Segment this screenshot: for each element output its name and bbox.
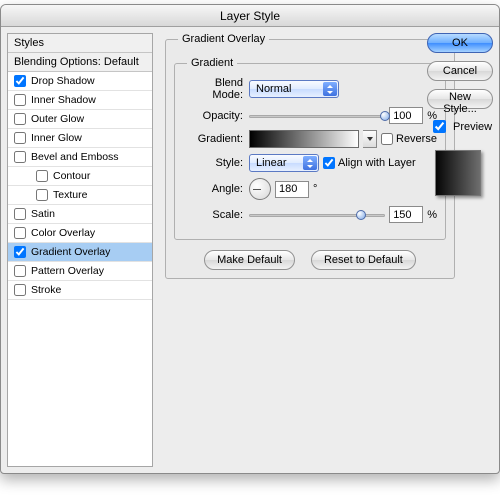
blend-mode-select-wrap: Normal bbox=[249, 80, 339, 98]
scale-label: Scale: bbox=[183, 209, 249, 221]
layer-style-dialog: Layer Style Styles Blending Options: Def… bbox=[0, 4, 500, 474]
sidebar-item-label: Gradient Overlay bbox=[31, 246, 110, 258]
sidebar-item-color-overlay[interactable]: Color Overlay bbox=[8, 224, 152, 243]
sidebar-item-label: Contour bbox=[53, 170, 90, 182]
gradient-subgroup: Gradient Blend Mode: Normal Opaci bbox=[174, 57, 446, 240]
angle-dial[interactable] bbox=[249, 178, 271, 200]
sidebar-item-contour[interactable]: Contour bbox=[8, 167, 152, 186]
opacity-slider[interactable] bbox=[249, 109, 385, 123]
sidebar-item-label: Texture bbox=[53, 189, 87, 201]
preview-label: Preview bbox=[453, 121, 492, 133]
inner-shadow-checkbox[interactable] bbox=[14, 94, 26, 106]
outer-glow-checkbox[interactable] bbox=[14, 113, 26, 125]
gradient-label: Gradient: bbox=[183, 133, 249, 145]
sidebar-item-stroke[interactable]: Stroke bbox=[8, 281, 152, 300]
preview-checkbox[interactable] bbox=[433, 120, 446, 133]
preview-checkbox-wrap: Preview bbox=[427, 117, 493, 136]
reset-default-button[interactable]: Reset to Default bbox=[311, 250, 416, 270]
degree-label: ° bbox=[313, 183, 317, 195]
dialog-body: Styles Blending Options: Default Drop Sh… bbox=[7, 33, 493, 467]
sidebar-item-label: Satin bbox=[31, 208, 55, 220]
make-default-button[interactable]: Make Default bbox=[204, 250, 295, 270]
new-style-button[interactable]: New Style... bbox=[427, 89, 493, 109]
sidebar-item-label: Inner Glow bbox=[31, 132, 82, 144]
style-label: Style: bbox=[183, 157, 249, 169]
effects-sidebar: Styles Blending Options: Default Drop Sh… bbox=[7, 33, 153, 467]
dialog-buttons: OK Cancel New Style... Preview bbox=[427, 33, 493, 196]
satin-checkbox[interactable] bbox=[14, 208, 26, 220]
sidebar-item-gradient-overlay[interactable]: Gradient Overlay bbox=[8, 243, 152, 262]
style-select[interactable]: Linear bbox=[249, 154, 319, 172]
opacity-input[interactable] bbox=[389, 107, 423, 124]
preview-swatch bbox=[435, 150, 481, 196]
sidebar-item-label: Color Overlay bbox=[31, 227, 95, 239]
sidebar-item-inner-glow[interactable]: Inner Glow bbox=[8, 129, 152, 148]
reverse-checkbox[interactable] bbox=[381, 133, 393, 145]
settings-panel: Gradient Overlay Gradient Blend Mode: No… bbox=[165, 33, 413, 285]
drop-shadow-checkbox[interactable] bbox=[14, 75, 26, 87]
group-legend: Gradient Overlay bbox=[178, 33, 269, 45]
percent-label: % bbox=[427, 209, 437, 221]
sidebar-item-bevel-emboss[interactable]: Bevel and Emboss bbox=[8, 148, 152, 167]
align-checkbox[interactable] bbox=[323, 157, 335, 169]
align-checkbox-wrap: Align with Layer bbox=[323, 157, 416, 169]
bevel-emboss-checkbox[interactable] bbox=[14, 151, 26, 163]
sidebar-item-label: Drop Shadow bbox=[31, 75, 95, 87]
sidebar-item-pattern-overlay[interactable]: Pattern Overlay bbox=[8, 262, 152, 281]
sidebar-item-drop-shadow[interactable]: Drop Shadow bbox=[8, 72, 152, 91]
angle-label: Angle: bbox=[183, 183, 249, 195]
stroke-checkbox[interactable] bbox=[14, 284, 26, 296]
sidebar-item-label: Inner Shadow bbox=[31, 94, 96, 106]
blend-mode-select[interactable]: Normal bbox=[249, 80, 339, 98]
gradient-picker-arrow[interactable] bbox=[363, 130, 377, 148]
gradient-overlay-checkbox[interactable] bbox=[14, 246, 26, 258]
sidebar-item-outer-glow[interactable]: Outer Glow bbox=[8, 110, 152, 129]
angle-input[interactable] bbox=[275, 181, 309, 198]
window-title: Layer Style bbox=[1, 5, 499, 27]
blend-mode-label: Blend Mode: bbox=[183, 77, 249, 101]
contour-checkbox[interactable] bbox=[36, 170, 48, 182]
sidebar-item-satin[interactable]: Satin bbox=[8, 205, 152, 224]
pattern-overlay-checkbox[interactable] bbox=[14, 265, 26, 277]
texture-checkbox[interactable] bbox=[36, 189, 48, 201]
color-overlay-checkbox[interactable] bbox=[14, 227, 26, 239]
inner-glow-checkbox[interactable] bbox=[14, 132, 26, 144]
sidebar-item-label: Outer Glow bbox=[31, 113, 84, 125]
sidebar-item-label: Bevel and Emboss bbox=[31, 151, 119, 163]
scale-input[interactable] bbox=[389, 206, 423, 223]
sidebar-item-inner-shadow[interactable]: Inner Shadow bbox=[8, 91, 152, 110]
sidebar-item-label: Stroke bbox=[31, 284, 61, 296]
opacity-label: Opacity: bbox=[183, 110, 249, 122]
cancel-button[interactable]: Cancel bbox=[427, 61, 493, 81]
ok-button[interactable]: OK bbox=[427, 33, 493, 53]
align-label: Align with Layer bbox=[338, 157, 416, 169]
sidebar-item-texture[interactable]: Texture bbox=[8, 186, 152, 205]
gradient-overlay-group: Gradient Overlay Gradient Blend Mode: No… bbox=[165, 33, 455, 279]
styles-header[interactable]: Styles bbox=[8, 34, 152, 53]
style-select-wrap: Linear bbox=[249, 154, 319, 172]
scale-slider[interactable] bbox=[249, 208, 385, 222]
sidebar-item-label: Pattern Overlay bbox=[31, 265, 104, 277]
gradient-swatch[interactable] bbox=[249, 130, 359, 148]
blending-options-header[interactable]: Blending Options: Default bbox=[8, 53, 152, 72]
subgroup-legend: Gradient bbox=[187, 57, 237, 69]
